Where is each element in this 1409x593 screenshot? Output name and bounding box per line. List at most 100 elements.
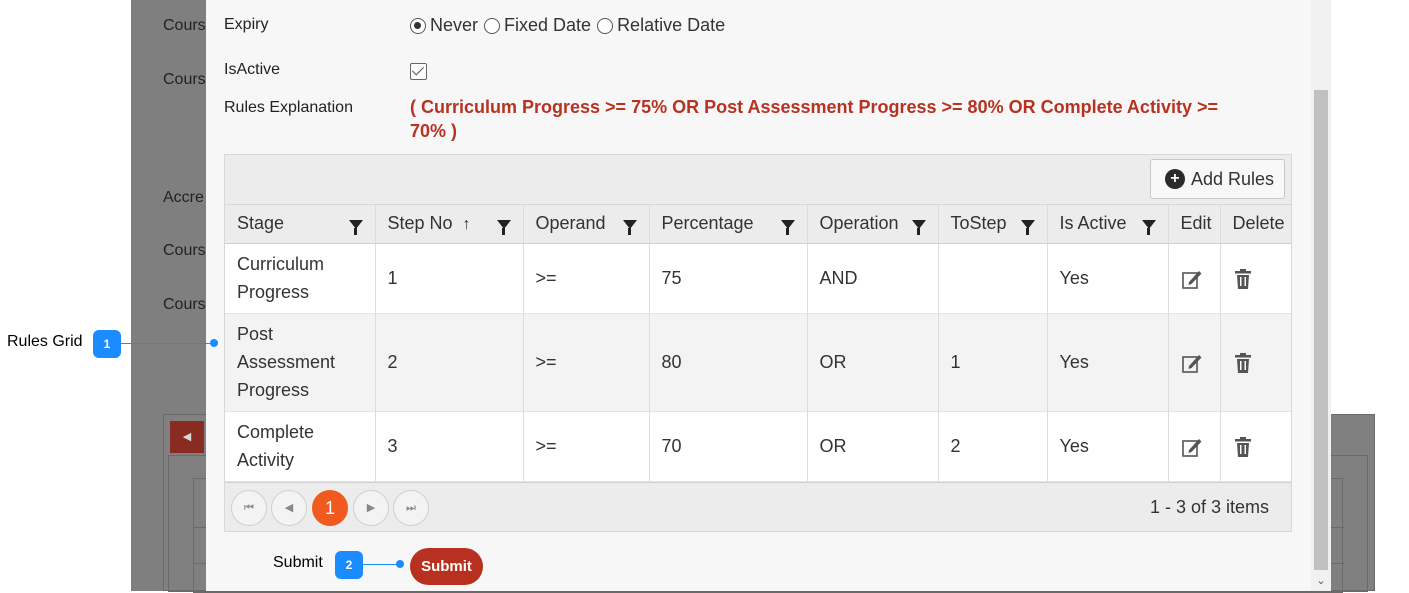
first-page-icon[interactable]: ⏮ xyxy=(231,490,267,526)
rules-explanation-line: 70% ) xyxy=(410,121,458,141)
column-header-operand[interactable]: Operand xyxy=(523,205,650,244)
expiry-relative-date-radio[interactable] xyxy=(597,17,614,34)
cell-tostep: 2 xyxy=(938,411,1048,482)
table-header-row: Stage Step No ↑ Operand Percentage Operat… xyxy=(225,205,1291,244)
cell-stage: Post Assessment Progress xyxy=(225,313,376,412)
bg-label: Cours xyxy=(163,242,206,259)
page-button-current[interactable]: 1 xyxy=(312,490,348,526)
cell-percentage: 80 xyxy=(649,313,808,412)
expiry-fixed-date-label[interactable]: Fixed Date xyxy=(504,15,591,36)
filter-icon[interactable] xyxy=(1020,220,1035,236)
stage-line: Progress xyxy=(237,380,310,400)
grid-toolbar: + Add Rules xyxy=(225,155,1291,205)
callout-label-rules-grid: Rules Grid xyxy=(7,333,83,350)
table-row: Complete Activity 3 >= 70 OR 2 Yes xyxy=(225,411,1291,482)
bg-label: Cours xyxy=(163,71,206,88)
rules-explanation-line: ( Curriculum Progress >= 75% OR Post Ass… xyxy=(410,97,1218,117)
cell-percentage: 70 xyxy=(649,411,808,482)
filter-icon[interactable] xyxy=(1141,220,1156,236)
next-page-icon[interactable]: ▶ xyxy=(353,490,389,526)
column-header-percentage[interactable]: Percentage xyxy=(649,205,808,244)
column-header-label: ToStep xyxy=(950,213,1007,234)
callout-dot xyxy=(210,339,218,347)
expiry-radio-group: Never Fixed Date Relative Date xyxy=(410,15,731,36)
triangle-left-icon: ◀ xyxy=(170,421,204,453)
cell-operation: OR xyxy=(807,313,939,412)
edit-icon[interactable] xyxy=(1181,352,1203,374)
cell-edit xyxy=(1168,313,1221,412)
submit-button[interactable]: Submit xyxy=(410,548,483,585)
cell-step-no: 3 xyxy=(375,411,524,482)
edit-icon[interactable] xyxy=(1181,268,1203,290)
filter-icon[interactable] xyxy=(911,220,926,236)
expiry-fixed-date-radio[interactable] xyxy=(484,17,501,34)
cell-tostep: 1 xyxy=(938,313,1048,412)
stage-line: Curriculum xyxy=(237,254,325,274)
column-header-tostep[interactable]: ToStep xyxy=(938,205,1048,244)
trash-icon[interactable] xyxy=(1233,268,1253,290)
stage-line: Progress xyxy=(237,282,310,302)
trash-icon[interactable] xyxy=(1233,352,1253,374)
column-header-label: Step No xyxy=(387,213,453,234)
add-rules-label: Add Rules xyxy=(1190,168,1274,189)
stage-line: Assessment xyxy=(237,352,336,372)
bg-label: Cours xyxy=(163,17,206,34)
sort-ascending-icon: ↑ xyxy=(462,216,471,234)
last-page-icon[interactable]: ⏭ xyxy=(393,490,429,526)
previous-page-icon[interactable]: ◀ xyxy=(271,490,307,526)
column-header-is-active[interactable]: Is Active xyxy=(1047,205,1169,244)
column-header-label: Stage xyxy=(237,213,285,234)
scrollbar-thumb[interactable] xyxy=(1314,90,1328,570)
callout-label-submit: Submit xyxy=(273,554,323,571)
filter-icon[interactable] xyxy=(780,220,795,236)
callout-dot xyxy=(396,560,404,568)
rules-table: Stage Step No ↑ Operand Percentage Operat… xyxy=(225,205,1291,482)
column-header-label: Operand xyxy=(535,213,606,234)
filter-icon[interactable] xyxy=(348,220,363,236)
isactive-label: IsActive xyxy=(224,61,281,78)
rules-explanation-text: ( Curriculum Progress >= 75% OR Post Ass… xyxy=(410,95,1270,143)
cell-delete xyxy=(1220,313,1291,412)
pager-info: 1 - 3 of 3 items xyxy=(1149,497,1269,517)
column-header-operation[interactable]: Operation xyxy=(807,205,939,244)
add-rules-button[interactable]: + Add Rules xyxy=(1149,159,1285,199)
expiry-never-radio[interactable] xyxy=(410,17,426,34)
modal-scrollbar[interactable]: ⌄ xyxy=(1311,0,1331,591)
isactive-checkbox[interactable] xyxy=(410,63,427,80)
table-row: Curriculum Progress 1 >= 75 AND Yes xyxy=(225,243,1291,314)
filter-icon[interactable] xyxy=(496,220,511,236)
cell-is-active: Yes xyxy=(1047,411,1169,482)
grid-pager: ⏮ ◀ 1 ▶ ⏭ 1 - 3 of 3 items xyxy=(225,482,1291,531)
table-row: Post Assessment Progress 2 >= 80 OR 1 Yes xyxy=(225,313,1291,412)
edit-icon[interactable] xyxy=(1181,436,1203,458)
chevron-down-icon[interactable]: ⌄ xyxy=(1314,574,1328,588)
expiry-label: Expiry xyxy=(224,16,269,33)
stage-line: Activity xyxy=(237,450,295,470)
bg-label: Accre xyxy=(163,189,204,206)
column-header-stage[interactable]: Stage xyxy=(225,205,376,244)
cell-operand: >= xyxy=(523,243,650,314)
rules-explanation-label: Rules Explanation xyxy=(224,99,353,116)
rules-grid: + Add Rules Stage Step No ↑ Operand Perce… xyxy=(224,154,1292,532)
column-header-edit: Edit xyxy=(1168,205,1221,244)
cell-operand: >= xyxy=(523,313,650,412)
plus-circle-icon: + xyxy=(1164,169,1185,189)
column-header-label: Is Active xyxy=(1059,213,1127,234)
bg-label: Cours xyxy=(163,296,206,313)
cell-step-no: 2 xyxy=(375,313,524,412)
cell-tostep xyxy=(938,243,1048,314)
cell-delete xyxy=(1220,243,1291,314)
callout-line xyxy=(121,343,213,344)
cell-step-no: 1 xyxy=(375,243,524,314)
trash-icon[interactable] xyxy=(1233,436,1253,458)
stage-line: Post xyxy=(237,324,274,344)
cell-delete xyxy=(1220,411,1291,482)
filter-icon[interactable] xyxy=(622,220,637,236)
column-header-step-no[interactable]: Step No ↑ xyxy=(375,205,524,244)
cell-is-active: Yes xyxy=(1047,243,1169,314)
cell-stage: Complete Activity xyxy=(225,411,376,482)
expiry-never-label[interactable]: Never xyxy=(430,15,478,36)
expiry-relative-date-label[interactable]: Relative Date xyxy=(617,15,725,36)
column-header-label: Operation xyxy=(819,213,899,234)
column-header-delete: Delete xyxy=(1220,205,1291,244)
